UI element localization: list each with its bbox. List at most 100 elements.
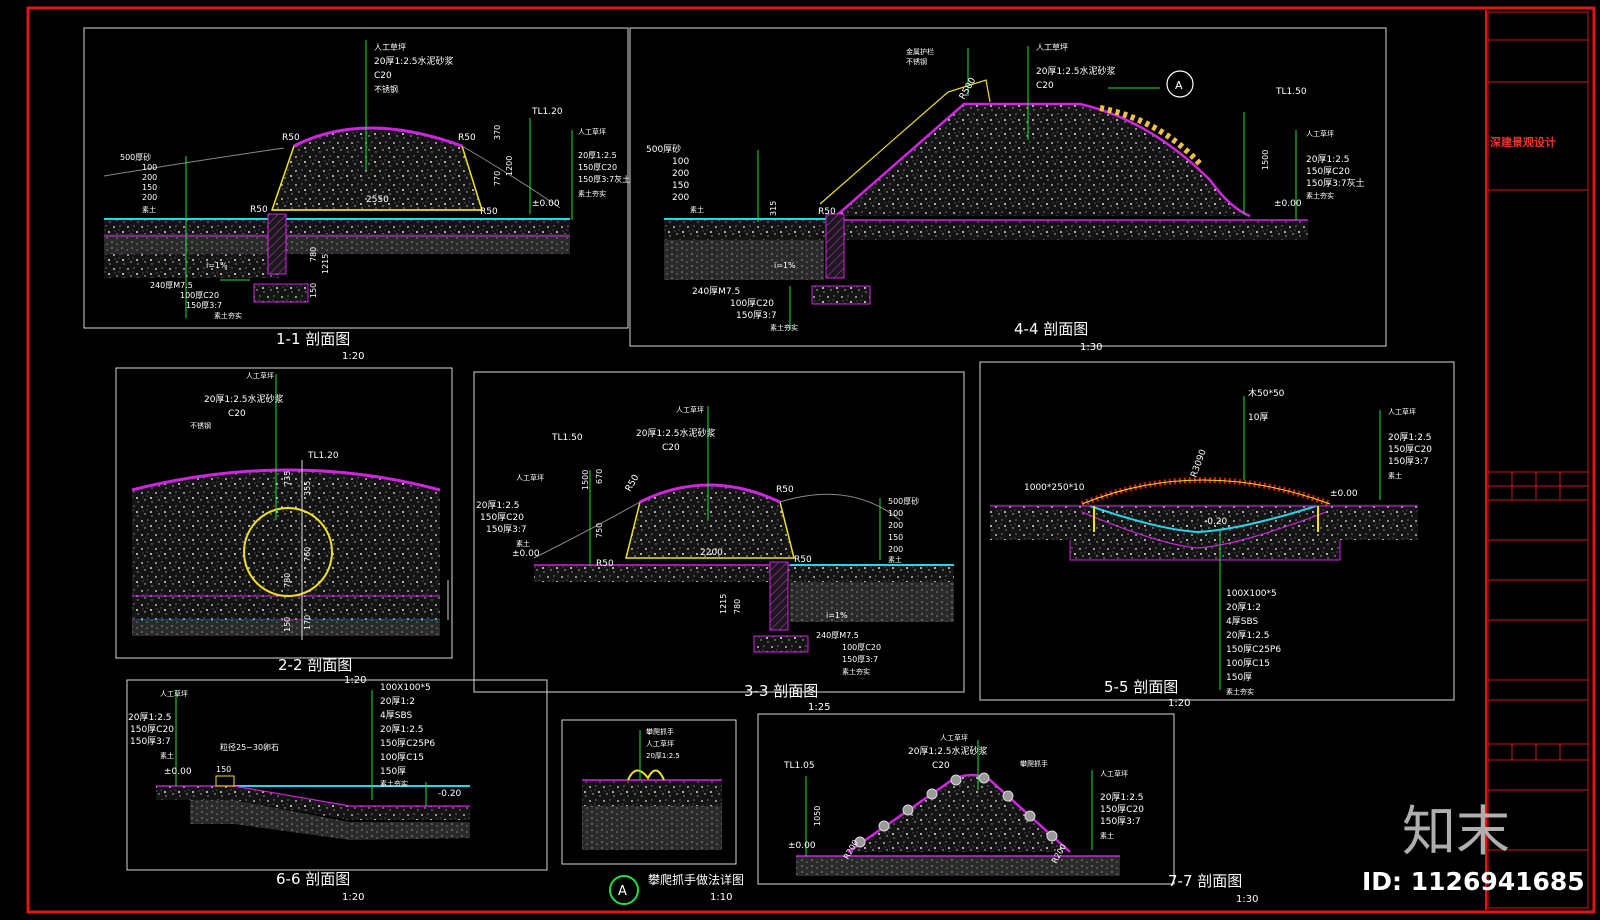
s11-left-layer-4: 150 <box>142 183 157 192</box>
s33-dim-r3: R50 <box>596 559 614 569</box>
s11-title: 1-1 剖面图 <box>276 330 350 348</box>
sA-scale: 1:10 <box>710 892 732 903</box>
s11-dim-r3: R50 <box>250 205 268 215</box>
s44-left-layer-6: 素土 <box>690 205 704 214</box>
s33-left-layer-2: 20厚1:2.5 <box>476 500 520 511</box>
s33-dim-d3: 750 <box>595 523 604 538</box>
s77-right-layer-3: 150厚C20 <box>1100 804 1144 815</box>
s77-mid-label: 攀爬抓手 <box>1020 759 1048 768</box>
titleblock-firm: 深建景观设计 <box>1490 135 1556 149</box>
s77-dim-top: TL1.05 <box>783 761 815 771</box>
s44-base-layer-3: 150厚3:7 <box>736 310 777 321</box>
s11-scale: 1:20 <box>342 351 364 362</box>
s44-dim-d1: 315 <box>769 201 778 216</box>
s77-title: 7-7 剖面图 <box>1168 872 1242 890</box>
s55-top-layer-2: 10厚 <box>1248 412 1268 423</box>
s66-left-layer-1: 人工草坪 <box>160 689 188 698</box>
s33-dim-r1: R50 <box>624 473 642 494</box>
s66-note: 粒径25~30卵石 <box>220 742 279 752</box>
s44-dim-r2: R50 <box>818 207 836 217</box>
s11-top-layer-3: C20 <box>374 71 392 81</box>
s11-left-layer-6: 素土 <box>142 205 156 214</box>
s11-dim-d4: 780 <box>309 247 318 262</box>
s44-top-layer-2: 20厚1:2.5水泥砂浆 <box>1036 65 1116 77</box>
s33-right-layer-2: 100 <box>888 509 903 518</box>
s33-dim-zero: ±0.00 <box>512 549 540 559</box>
s44-top-layer-3: C20 <box>1036 81 1054 91</box>
s55-bottom-layer-2: 20厚1:2 <box>1226 602 1261 613</box>
s44-scale: 1:30 <box>1080 342 1102 353</box>
s44-title: 4-4 剖面图 <box>1014 320 1088 338</box>
cad-drawing-sheet: 人工草坪 20厚1:2.5水泥砂浆 C20 不锈钢 500厚砂 100 200 … <box>26 6 1596 914</box>
s44-left-layer-5: 200 <box>672 193 689 203</box>
s66-dim-zero: ±0.00 <box>164 767 192 777</box>
section-2-2 <box>115 367 453 659</box>
s66-dim-low: -0.20 <box>438 789 462 799</box>
sA-layer-1: 攀爬抓手 <box>646 727 674 736</box>
s55-bottom-layer-1: 100X100*5 <box>1226 589 1277 599</box>
s33-top-layer-2: 20厚1:2.5水泥砂浆 <box>636 427 716 439</box>
s44-dim-d2: 1500 <box>1261 150 1270 170</box>
s55-right-layer-3: 150厚C20 <box>1388 444 1432 455</box>
s22-dim-f: 170 <box>303 615 312 630</box>
s44-left-layer-4: 150 <box>672 181 689 191</box>
s66-title: 6-6 剖面图 <box>276 870 350 888</box>
s44-left-layer-3: 200 <box>672 169 689 179</box>
s33-base-layer-3: 150厚3:7 <box>842 655 878 664</box>
s55-bottom-layer-4: 20厚1:2.5 <box>1226 630 1270 641</box>
s22-layer-2: 20厚1:2.5水泥砂浆 <box>204 393 284 405</box>
s33-right-layer-1: 500厚砂 <box>888 496 919 506</box>
watermark: 知末 ID: 1126941685 <box>1362 800 1585 896</box>
s11-right-layer-3: 150厚C20 <box>578 163 617 172</box>
s22-dim-b: 355 <box>303 481 312 496</box>
sA-layer-3: 20厚1:2.5 <box>646 752 680 760</box>
s44-dim-top: TL1.50 <box>1275 87 1307 97</box>
section-3-3 <box>473 371 965 693</box>
s33-dim-d1: 1500 <box>581 470 590 490</box>
s33-left-layer-1: 人工草坪 <box>516 473 544 482</box>
s33-right-layer-6: 素土 <box>888 555 902 564</box>
s66-right-layer-2: 20厚1:2 <box>380 696 415 707</box>
s22-dim-e: 150 <box>283 617 292 632</box>
s77-dim-zero: ±0.00 <box>788 841 816 851</box>
sA-title: 攀爬抓手做法详图 <box>648 872 744 887</box>
s11-dim-d1: 370 <box>493 125 502 140</box>
s33-dim-width: 2200 <box>700 548 723 558</box>
s55-dim-low: -0.20 <box>1204 517 1228 527</box>
s66-right-layer-7: 150厚 <box>380 766 406 777</box>
s22-layer-1: 人工草坪 <box>246 371 274 380</box>
s33-base-layer-1: 240厚M7.5 <box>816 631 859 640</box>
s66-left-layer-2: 20厚1:2.5 <box>128 712 172 723</box>
s44-right-layer-1: 人工草坪 <box>1306 129 1334 138</box>
s44-left-layer-1: 500厚砂 <box>646 143 681 155</box>
s11-dim-d5: 1215 <box>321 254 330 274</box>
s11-top-layer-4: 不锈钢 <box>374 84 398 94</box>
s66-left-layer-3: 150厚C20 <box>130 724 174 735</box>
s11-right-layer-1: 人工草坪 <box>578 127 606 136</box>
s11-base-layer-2: 100厚C20 <box>180 291 219 300</box>
s11-base-layer-3: 150厚3:7 <box>186 301 222 310</box>
s11-dim-r4: R50 <box>480 207 498 217</box>
section-5-5 <box>979 361 1455 701</box>
s55-bottom-layer-8: 素土夯实 <box>1226 687 1254 696</box>
s44-dim-zero: ±0.00 <box>1274 199 1302 209</box>
s66-scale: 1:20 <box>342 892 364 903</box>
s44-right-layer-5: 素土夯实 <box>1306 191 1334 200</box>
s11-dim-r2: R50 <box>458 133 476 143</box>
s11-base-layer-1: 240厚M7.5 <box>150 281 193 290</box>
s11-top-layer-2: 20厚1:2.5水泥砂浆 <box>374 55 454 67</box>
s66-right-layer-1: 100X100*5 <box>380 683 431 693</box>
s11-slope: i=1% <box>206 261 228 270</box>
s33-dim-d4: 1215 <box>719 594 728 614</box>
s22-dim-top: TL1.20 <box>307 451 339 461</box>
s55-bottom-layer-7: 150厚 <box>1226 672 1252 683</box>
s66-right-layer-5: 150厚C25P6 <box>380 738 435 749</box>
s77-right-layer-1: 人工草坪 <box>1100 769 1128 778</box>
s11-left-layer-1: 500厚砂 <box>120 152 151 162</box>
s33-dim-r4: R50 <box>794 555 812 565</box>
sheet-border <box>26 6 1596 914</box>
s11-dim-width: 2550 <box>366 195 389 205</box>
s44-right-layer-4: 150厚3:7灰土 <box>1306 177 1365 189</box>
s33-dim-r2: R50 <box>776 485 794 495</box>
s55-right-layer-4: 150厚3:7 <box>1388 456 1429 467</box>
